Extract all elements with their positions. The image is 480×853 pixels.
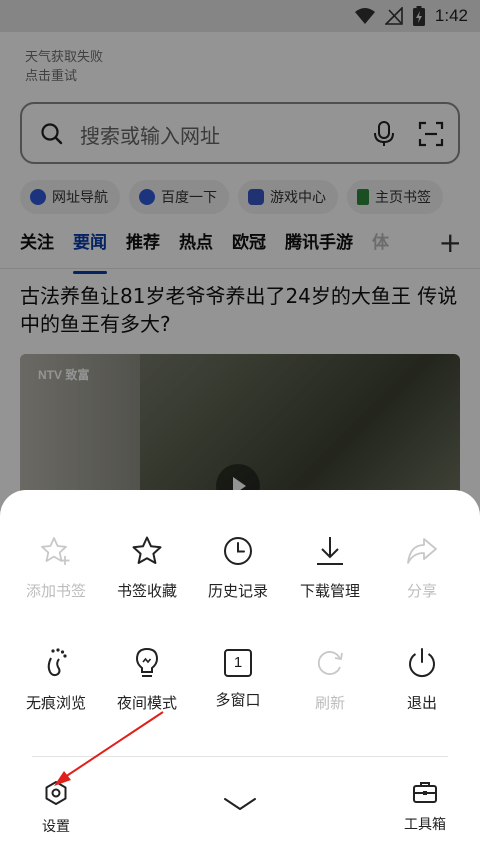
toolbox-icon	[413, 782, 437, 803]
toolbox-label: 工具箱	[404, 817, 446, 833]
bulb-icon	[135, 647, 159, 677]
settings-button[interactable]: 设置	[36, 780, 76, 836]
refresh-button[interactable]: 刷新	[284, 646, 376, 713]
menu-label: 书签收藏	[116, 582, 177, 600]
menu-label: 历史记录	[207, 582, 268, 600]
settings-label: 设置	[42, 819, 70, 835]
toolbox-button[interactable]: 工具箱	[398, 780, 452, 834]
menu-label: 刷新	[314, 694, 345, 712]
share-icon	[407, 538, 437, 564]
multi-window-button[interactable]: 1 多窗口	[192, 646, 284, 710]
footprint-icon	[47, 648, 67, 677]
add-bookmark-button[interactable]: 添加书签	[10, 534, 102, 601]
menu-sheet: 添加书签 书签收藏 历史记录 下载管理 分享 无痕浏览 夜间模式 1 多窗口 刷…	[0, 490, 480, 853]
menu-label: 分享	[406, 582, 437, 600]
downloads-button[interactable]: 下载管理	[284, 534, 376, 601]
menu-row-1: 添加书签 书签收藏 历史记录 下载管理 分享	[0, 534, 480, 646]
menu-label: 下载管理	[299, 582, 360, 600]
window-count-icon: 1	[224, 649, 252, 677]
clock-icon	[224, 537, 252, 565]
menu-divider	[32, 756, 448, 757]
night-mode-button[interactable]: 夜间模式	[101, 646, 193, 713]
menu-label: 添加书签	[25, 582, 86, 600]
menu-label: 退出	[406, 694, 437, 712]
menu-row-2: 无痕浏览 夜间模式 1 多窗口 刷新 退出	[0, 646, 480, 758]
share-button[interactable]: 分享	[376, 534, 468, 601]
menu-grid: 添加书签 书签收藏 历史记录 下载管理 分享 无痕浏览 夜间模式 1 多窗口 刷…	[0, 534, 480, 758]
collapse-chevron-icon[interactable]	[223, 796, 257, 812]
incognito-button[interactable]: 无痕浏览	[10, 646, 102, 713]
menu-label: 多窗口	[215, 691, 261, 709]
settings-icon	[45, 781, 67, 805]
download-icon	[317, 537, 343, 565]
menu-label: 无痕浏览	[25, 694, 86, 712]
star-icon	[132, 536, 162, 564]
exit-button[interactable]: 退出	[376, 646, 468, 713]
power-icon	[409, 648, 435, 678]
refresh-icon	[317, 651, 343, 675]
history-button[interactable]: 历史记录	[192, 534, 284, 601]
star-plus-icon	[41, 537, 70, 565]
menu-label: 夜间模式	[116, 694, 177, 712]
bookmarks-button[interactable]: 书签收藏	[101, 534, 193, 601]
